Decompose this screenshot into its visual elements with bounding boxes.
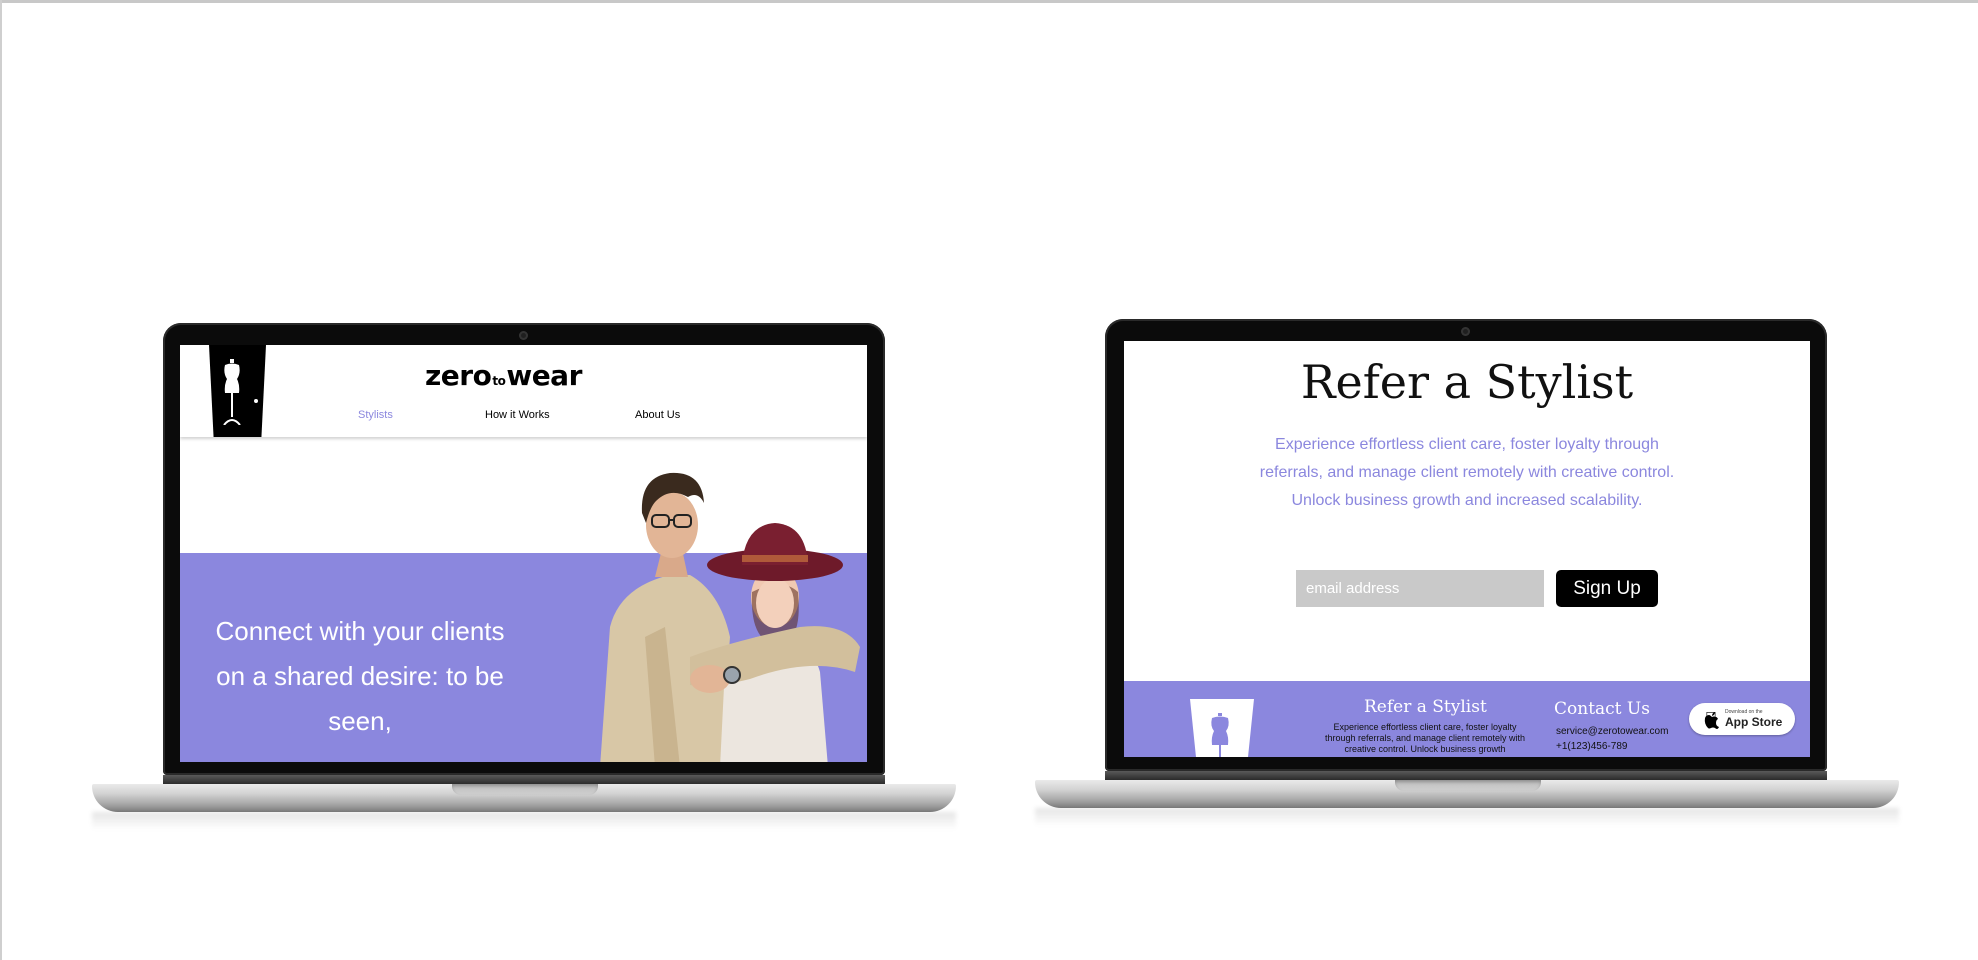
nav-how-it-works[interactable]: How it Works (485, 409, 550, 421)
email-field[interactable] (1296, 570, 1544, 607)
dress-form-icon (1211, 713, 1229, 757)
page-title: Refer a Stylist (1300, 355, 1634, 409)
app-store-label: App Store (1725, 715, 1783, 729)
hero-headline: Connect with your clients on a shared de… (215, 616, 505, 736)
logo-to: to (492, 374, 506, 388)
laptop-right-hinge (1105, 771, 1827, 780)
laptop-right-notch (1395, 780, 1541, 791)
laptop-left-notch (452, 784, 598, 795)
page-top-border (0, 0, 1978, 3)
site-footer: Refer a Stylist Experience effortless cl… (1124, 681, 1810, 757)
footer-email-link[interactable]: service@zerotowear.com (1556, 726, 1668, 737)
camera-icon (519, 331, 528, 340)
homepage-screen: zerotowear Stylists How it Works About U… (180, 345, 867, 762)
sign-up-button[interactable]: Sign Up (1556, 570, 1658, 607)
nav-stylists[interactable]: Stylists (358, 409, 393, 421)
page-description: Experience effortless client care, foste… (1259, 436, 1675, 509)
app-store-badge[interactable]:  Download on the App Store (1689, 703, 1795, 735)
laptop-left-hinge (163, 775, 885, 784)
logo-zero: zero (425, 359, 492, 392)
camera-icon (1461, 327, 1470, 336)
apple-logo-shape (1704, 712, 1719, 729)
refer-stylist-screen: Refer a Stylist Experience effortless cl… (1124, 341, 1810, 757)
site-header: zerotowear Stylists How it Works About U… (180, 345, 867, 437)
hero-section: Connect with your clients on a shared de… (180, 437, 867, 762)
nav-about-us[interactable]: About Us (635, 409, 680, 421)
dress-form-icon (223, 359, 241, 425)
footer-contact-title: Contact Us (1554, 699, 1650, 719)
laptop-left-shadow (92, 812, 956, 830)
footer-description: Experience effortless client care, foste… (1324, 722, 1526, 754)
site-logo[interactable]: zerotowear (425, 359, 582, 392)
logo-wear: wear (506, 359, 582, 392)
footer-phone: +1(123)456-789 (1556, 741, 1628, 752)
door-knob (254, 399, 258, 403)
laptop-right-shadow (1035, 808, 1899, 826)
footer-title: Refer a Stylist (1364, 697, 1487, 717)
page-left-border (0, 0, 2, 960)
hero-photo (600, 472, 860, 762)
